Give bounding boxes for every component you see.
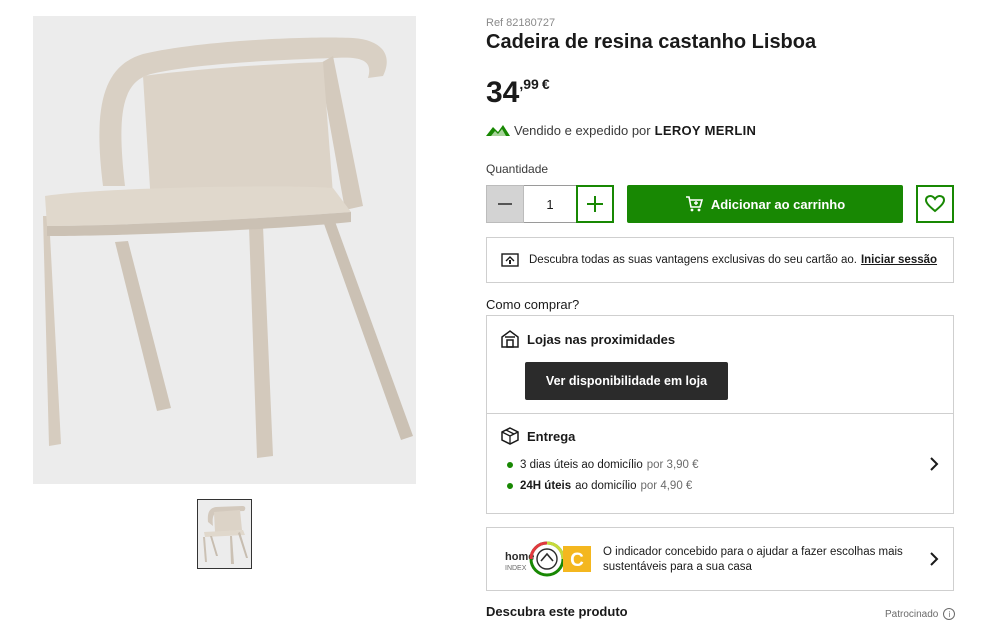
home-index-logo: home INDEX C <box>503 540 595 578</box>
chevron-right-icon <box>930 552 939 566</box>
seller-prefix: Vendido e expedido por <box>514 122 651 138</box>
delivery-option-price: por 4,90 € <box>640 480 693 492</box>
add-to-cart-label: Adicionar ao carrinho <box>710 196 846 212</box>
sponsored-label: Patrocinado i <box>885 608 956 620</box>
leroy-merlin-logo-icon <box>486 125 510 136</box>
quantity-input[interactable]: 1 <box>524 185 576 223</box>
chevron-right-icon <box>930 457 939 471</box>
loyalty-card-icon <box>501 253 519 267</box>
home-index-grade: C <box>570 550 584 571</box>
loyalty-card-text: Descubra todas as suas vantagens exclusi… <box>529 254 857 266</box>
available-dot-icon <box>507 462 513 468</box>
delivery-header: Entrega <box>501 427 575 445</box>
delivery-option-bold: 24H úteis <box>520 480 572 492</box>
nearby-stores-header: Lojas nas proximidades <box>501 330 675 348</box>
nearby-stores-title: Lojas nas proximidades <box>527 331 676 347</box>
check-store-availability-button[interactable]: Ver disponibilidade em loja <box>525 362 728 400</box>
delivery-title: Entrega <box>527 428 576 444</box>
store-icon <box>501 330 519 348</box>
heart-icon <box>925 195 945 213</box>
quantity-stepper: 1 <box>486 185 614 223</box>
add-to-cart-button[interactable]: Adicionar ao carrinho <box>627 185 903 223</box>
package-icon <box>501 427 519 445</box>
price-decimal: ,99 <box>519 76 539 92</box>
plus-icon <box>587 196 603 212</box>
sponsored-text: Patrocinado <box>885 608 939 620</box>
quantity-label: Quantidade <box>486 162 549 176</box>
product-reference: Ref 82180727 <box>486 17 556 29</box>
home-index-banner[interactable]: home INDEX C O indicador concebido para … <box>486 527 954 591</box>
delivery-section[interactable]: Entrega 3 dias úteis ao domicílio por 3,… <box>486 413 954 514</box>
quantity-decrease-button[interactable] <box>486 185 524 223</box>
delivery-option-text: ao domicílio <box>575 480 637 492</box>
product-thumbnail[interactable] <box>197 499 252 569</box>
price-currency: € <box>541 76 550 92</box>
chair-thumbnail-image <box>203 506 248 564</box>
delivery-option-text: 3 dias úteis ao domicílio <box>520 459 643 471</box>
available-dot-icon <box>507 483 513 489</box>
product-main-image[interactable] <box>33 16 416 484</box>
loyalty-card-banner: Descubra todas as suas vantagens exclusi… <box>486 237 954 283</box>
info-icon[interactable]: i <box>943 608 956 620</box>
wishlist-button[interactable] <box>916 185 954 223</box>
delivery-option-price: por 3,90 € <box>646 459 699 471</box>
home-index-sub: INDEX <box>505 565 527 572</box>
chair-image <box>43 37 413 458</box>
delivery-option: 24H úteis ao domicílio por 4,90 € <box>507 480 692 492</box>
quantity-increase-button[interactable] <box>576 185 614 223</box>
seller-name: LEROY MERLIN <box>654 122 757 138</box>
how-to-buy-title: Como comprar? <box>486 297 580 312</box>
seller-info: Vendido e expedido por LEROY MERLIN <box>486 120 756 140</box>
nearby-stores-section: Lojas nas proximidades Ver disponibilida… <box>486 315 954 413</box>
product-title: Cadeira de resina castanho Lisboa <box>486 31 817 53</box>
login-link[interactable]: Iniciar sessão <box>861 254 937 266</box>
price-integer: 34 <box>486 76 520 109</box>
home-index-description: O indicador concebido para o ajudar a fa… <box>603 546 903 573</box>
minus-icon <box>498 203 512 205</box>
home-index-logo-icon: home INDEX C <box>505 541 591 577</box>
cart-add-icon <box>685 196 703 212</box>
delivery-option: 3 dias úteis ao domicílio por 3,90 € <box>507 459 699 471</box>
product-price: 34,99 € <box>486 76 550 112</box>
